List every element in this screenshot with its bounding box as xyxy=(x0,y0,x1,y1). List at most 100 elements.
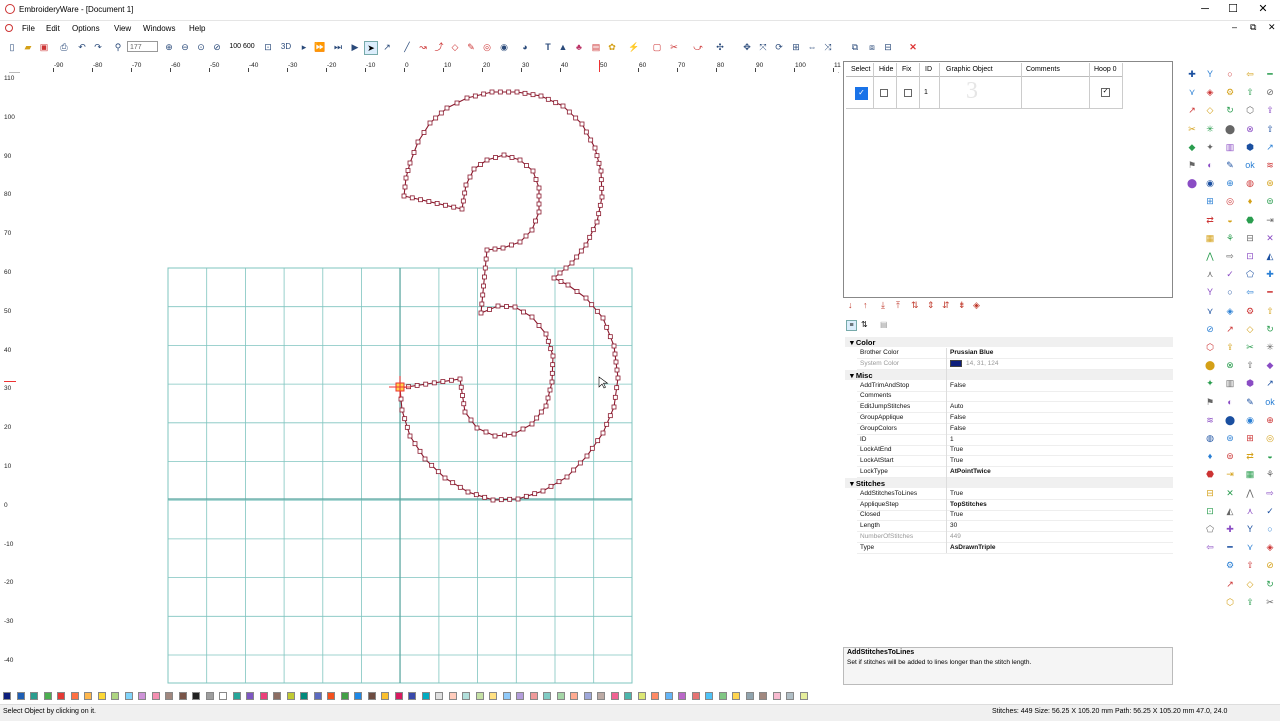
ungroup-icon[interactable]: ⧈ xyxy=(866,41,878,53)
right-tool-icon[interactable]: ⇪ xyxy=(1224,341,1236,353)
thread-color-swatch[interactable] xyxy=(799,692,808,700)
thread-color-swatch[interactable] xyxy=(246,692,254,700)
thread-color-swatch[interactable] xyxy=(394,692,403,700)
right-tool-icon[interactable]: ⚙ xyxy=(1224,86,1236,98)
menu-file[interactable]: File xyxy=(22,24,35,33)
right-tool-icon[interactable]: ✎ xyxy=(1244,396,1256,408)
right-tool-icon[interactable]: ⬡ xyxy=(1244,104,1256,116)
right-tool-icon[interactable]: ⇨ xyxy=(1224,250,1236,262)
thread-color-swatch[interactable] xyxy=(273,692,281,700)
right-tool-icon[interactable]: ⊞ xyxy=(1204,195,1216,207)
thread-color-swatch[interactable] xyxy=(381,692,389,700)
zoom-reset-icon[interactable]: ⊘ xyxy=(211,41,223,53)
right-tool-icon[interactable]: ≋ xyxy=(1204,414,1216,426)
right-tool-icon[interactable]: ⊡ xyxy=(1244,250,1256,262)
right-tool-icon[interactable]: ━ xyxy=(1264,68,1276,80)
mdi-minimize-button[interactable]: – xyxy=(1232,22,1237,32)
zoom-input[interactable]: 177 xyxy=(127,41,158,52)
right-tool-icon[interactable]: ⬤ xyxy=(1224,414,1236,426)
print-icon[interactable]: ⎙ xyxy=(58,41,70,53)
right-tool-icon[interactable]: ⇪ xyxy=(1264,104,1276,116)
column-header-hoop[interactable]: Hoop 0 xyxy=(1094,66,1117,73)
right-tool-icon[interactable]: ✳ xyxy=(1264,341,1276,353)
thread-color-swatch[interactable] xyxy=(300,692,308,700)
right-tool-icon[interactable]: ⊘ xyxy=(1204,323,1216,335)
right-tool-icon[interactable]: ↗ xyxy=(1224,578,1236,590)
thread-color-swatch[interactable] xyxy=(691,692,700,700)
right-tool-icon[interactable]: ▥ xyxy=(1224,141,1236,153)
column-header-graphic-object[interactable]: Graphic Object xyxy=(946,66,993,73)
property-value[interactable]: 30 xyxy=(950,522,957,529)
right-tool-icon[interactable]: ◉ xyxy=(1244,414,1256,426)
right-tool-icon[interactable]: ⬤ xyxy=(1204,359,1216,371)
right-tool-icon[interactable]: ▦ xyxy=(1244,468,1256,480)
property-pages-icon[interactable]: ▤ xyxy=(880,320,888,329)
circle-tool-icon[interactable]: ◉ xyxy=(498,41,510,53)
play-first-icon[interactable]: ▸ xyxy=(298,41,310,53)
menu-windows[interactable]: Windows xyxy=(143,24,175,33)
menu-view[interactable]: View xyxy=(114,24,131,33)
right-tool-icon[interactable]: ✚ xyxy=(1224,523,1236,535)
right-tool-icon[interactable]: ⬢ xyxy=(1244,377,1256,389)
right-tool-icon[interactable]: ⊞ xyxy=(1244,432,1256,444)
right-tool-icon[interactable]: ⇄ xyxy=(1244,450,1256,462)
menu-options[interactable]: Options xyxy=(72,24,100,33)
thread-color-swatch[interactable] xyxy=(529,692,538,700)
right-tool-icon[interactable]: ↻ xyxy=(1264,578,1276,590)
right-tool-icon[interactable]: ○ xyxy=(1264,523,1276,535)
right-tool-icon[interactable]: ⊘ xyxy=(1264,86,1276,98)
move-up-icon[interactable]: ↑ xyxy=(863,300,868,310)
thread-color-swatch[interactable] xyxy=(178,692,187,700)
right-tool-icon[interactable]: ⚙ xyxy=(1244,305,1256,317)
zoom-out-icon[interactable]: ⊖ xyxy=(179,41,191,53)
thread-color-swatch[interactable] xyxy=(489,692,497,700)
right-tool-icon[interactable]: ✓ xyxy=(1264,505,1276,517)
break-icon[interactable]: ⊟ xyxy=(882,41,894,53)
property-category-stitches[interactable]: ▾ Stitches xyxy=(850,479,885,488)
rectangle-icon[interactable]: ▢ xyxy=(651,41,663,53)
sort-alt-icon[interactable]: ⇵ xyxy=(942,300,950,311)
right-tool-icon[interactable]: ✂ xyxy=(1264,596,1276,608)
right-tool-icon[interactable]: ⬠ xyxy=(1204,523,1216,535)
right-tool-icon[interactable]: ⚙ xyxy=(1224,559,1236,571)
thread-color-swatch[interactable] xyxy=(313,692,322,700)
row-fix-checkbox[interactable] xyxy=(904,89,912,97)
thread-color-swatch[interactable] xyxy=(30,692,38,700)
right-tool-icon[interactable]: ◇ xyxy=(1244,578,1256,590)
right-tool-icon[interactable]: ⇧ xyxy=(1244,86,1256,98)
property-value[interactable]: AsDrawnTriple xyxy=(950,544,996,551)
thread-color-swatch[interactable] xyxy=(138,692,146,700)
right-tool-icon[interactable]: ⊕ xyxy=(1264,414,1276,426)
bezier-tool-icon[interactable]: ⤴ xyxy=(433,41,445,53)
right-tool-icon[interactable]: ↻ xyxy=(1224,104,1236,116)
right-tool-icon[interactable]: ⊗ xyxy=(1224,359,1236,371)
right-tool-icon[interactable]: ◍ xyxy=(1244,177,1256,189)
right-tool-icon[interactable]: ⚑ xyxy=(1186,159,1198,171)
design-canvas[interactable] xyxy=(20,72,838,687)
delete-icon[interactable]: ✕ xyxy=(907,41,919,53)
thread-color-swatch[interactable] xyxy=(475,692,484,700)
right-tool-icon[interactable]: ✎ xyxy=(1224,159,1236,171)
right-tool-icon[interactable]: Y xyxy=(1204,286,1216,298)
right-tool-icon[interactable]: ✂ xyxy=(1186,123,1198,135)
property-value[interactable]: False xyxy=(950,382,966,389)
right-tool-icon[interactable]: ⇦ xyxy=(1244,68,1256,80)
select-arrow-icon[interactable]: ➤ xyxy=(364,41,378,55)
undo-icon[interactable]: ↶ xyxy=(76,41,88,53)
right-tool-icon[interactable]: ⇦ xyxy=(1204,541,1216,553)
right-tool-icon[interactable]: ⬡ xyxy=(1204,341,1216,353)
right-tool-icon[interactable]: ⊜ xyxy=(1224,450,1236,462)
right-tool-icon[interactable]: ◐ xyxy=(1224,396,1236,408)
thread-color-swatch[interactable] xyxy=(570,692,578,700)
property-value[interactable]: AtPointTwice xyxy=(950,468,991,475)
thread-color-swatch[interactable] xyxy=(462,692,470,700)
right-tool-icon[interactable]: ⋀ xyxy=(1244,487,1256,499)
thread-color-swatch[interactable] xyxy=(705,692,713,700)
right-tool-icon[interactable]: ↗ xyxy=(1264,377,1276,389)
right-tool-icon[interactable]: ♦ xyxy=(1204,450,1216,462)
design-svg[interactable] xyxy=(20,72,838,687)
right-tool-icon[interactable]: ◒ xyxy=(1224,214,1236,226)
right-tool-icon[interactable]: ⇥ xyxy=(1264,214,1276,226)
right-tool-icon[interactable]: ⬤ xyxy=(1186,177,1198,189)
right-tool-icon[interactable]: ⇨ xyxy=(1264,487,1276,499)
